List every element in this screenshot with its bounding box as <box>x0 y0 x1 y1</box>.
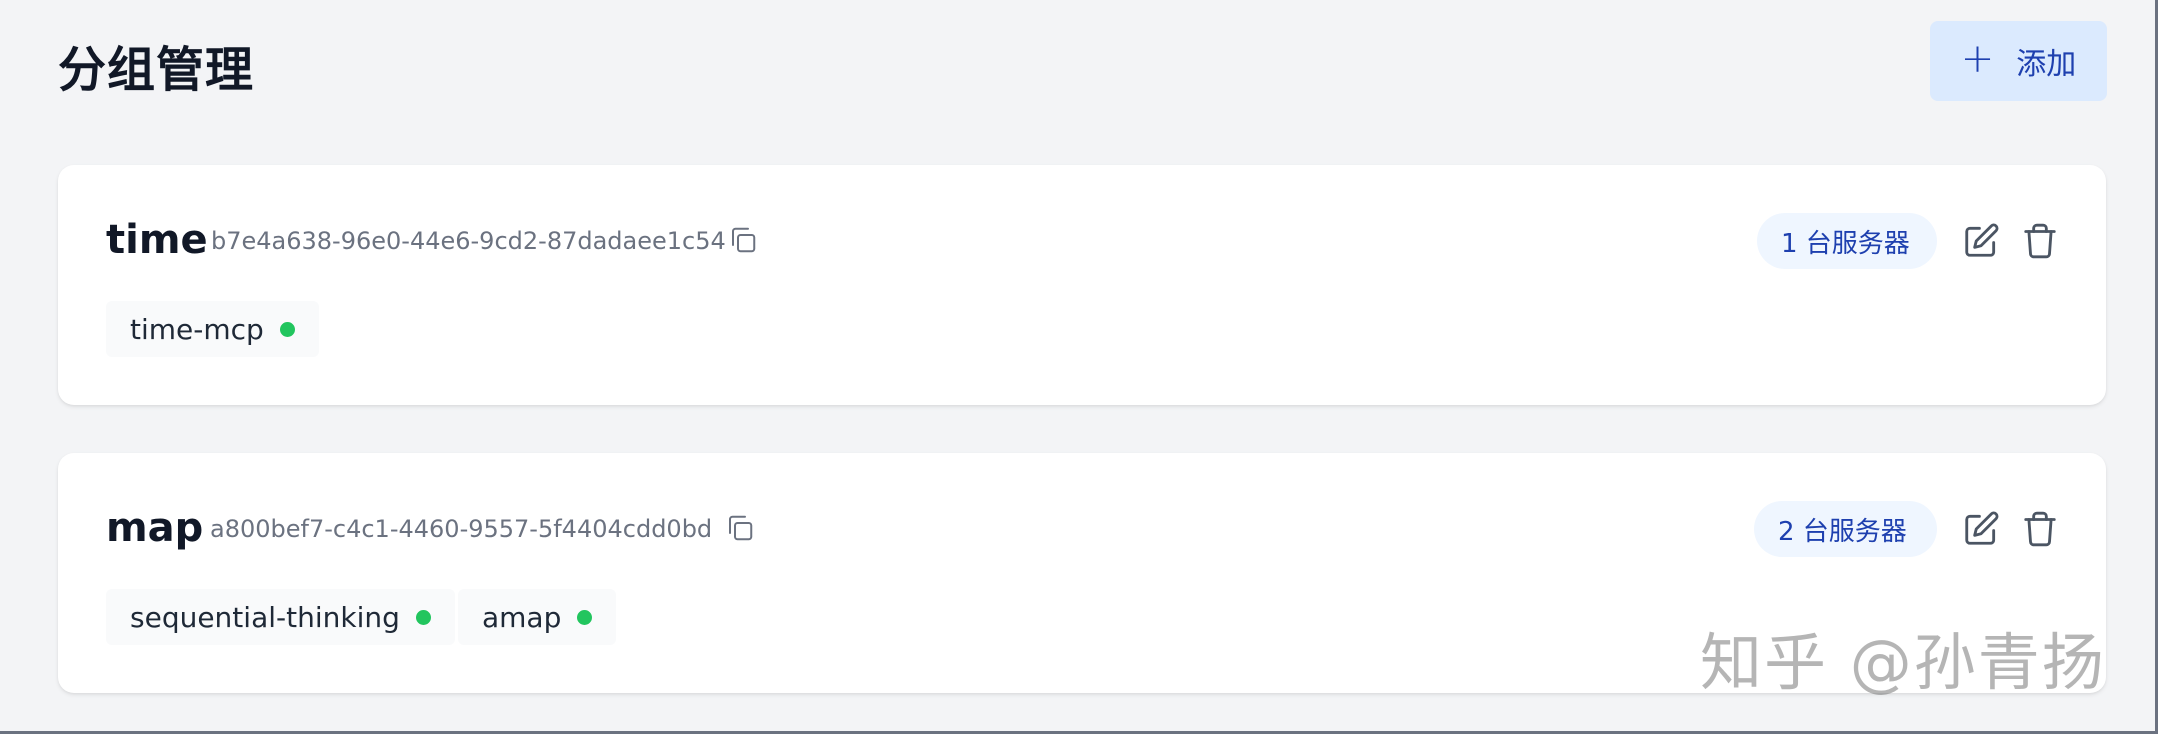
group-card: time b7e4a638-96e0-44e6-9cd2-87dadaee1c5… <box>58 165 2106 405</box>
server-tag: amap <box>458 589 617 645</box>
copy-icon[interactable] <box>728 225 758 255</box>
trash-icon[interactable] <box>2021 510 2059 548</box>
page-title: 分组管理 <box>58 42 255 98</box>
plus-icon: + <box>1960 36 1995 82</box>
status-online-dot <box>577 609 593 625</box>
group-name: map <box>106 505 204 551</box>
edit-icon[interactable] <box>1962 222 2000 260</box>
group-name: time <box>106 217 208 263</box>
watermark: 知乎 @孙青扬 <box>1700 626 2106 699</box>
add-group-button[interactable]: + 添加 <box>1930 21 2107 101</box>
copy-icon[interactable] <box>725 513 755 543</box>
server-count-badge: 1 台服务器 <box>1757 213 1937 269</box>
status-online-dot <box>415 609 431 625</box>
server-tag-label: time-mcp <box>130 312 264 346</box>
edit-icon[interactable] <box>1962 510 2000 548</box>
add-button-label: 添加 <box>2016 47 2077 82</box>
trash-icon[interactable] <box>2021 222 2059 260</box>
group-id: b7e4a638-96e0-44e6-9cd2-87dadaee1c54 <box>211 227 726 255</box>
server-tag-label: amap <box>482 600 562 634</box>
server-tag-label: sequential-thinking <box>130 600 400 634</box>
server-tag: time-mcp <box>106 301 319 357</box>
server-count-badge: 2 台服务器 <box>1754 501 1937 557</box>
server-tag: sequential-thinking <box>106 589 455 645</box>
group-id: a800bef7-c4c1-4460-9557-5f4404cdd0bd <box>210 515 713 543</box>
status-online-dot <box>279 321 295 337</box>
